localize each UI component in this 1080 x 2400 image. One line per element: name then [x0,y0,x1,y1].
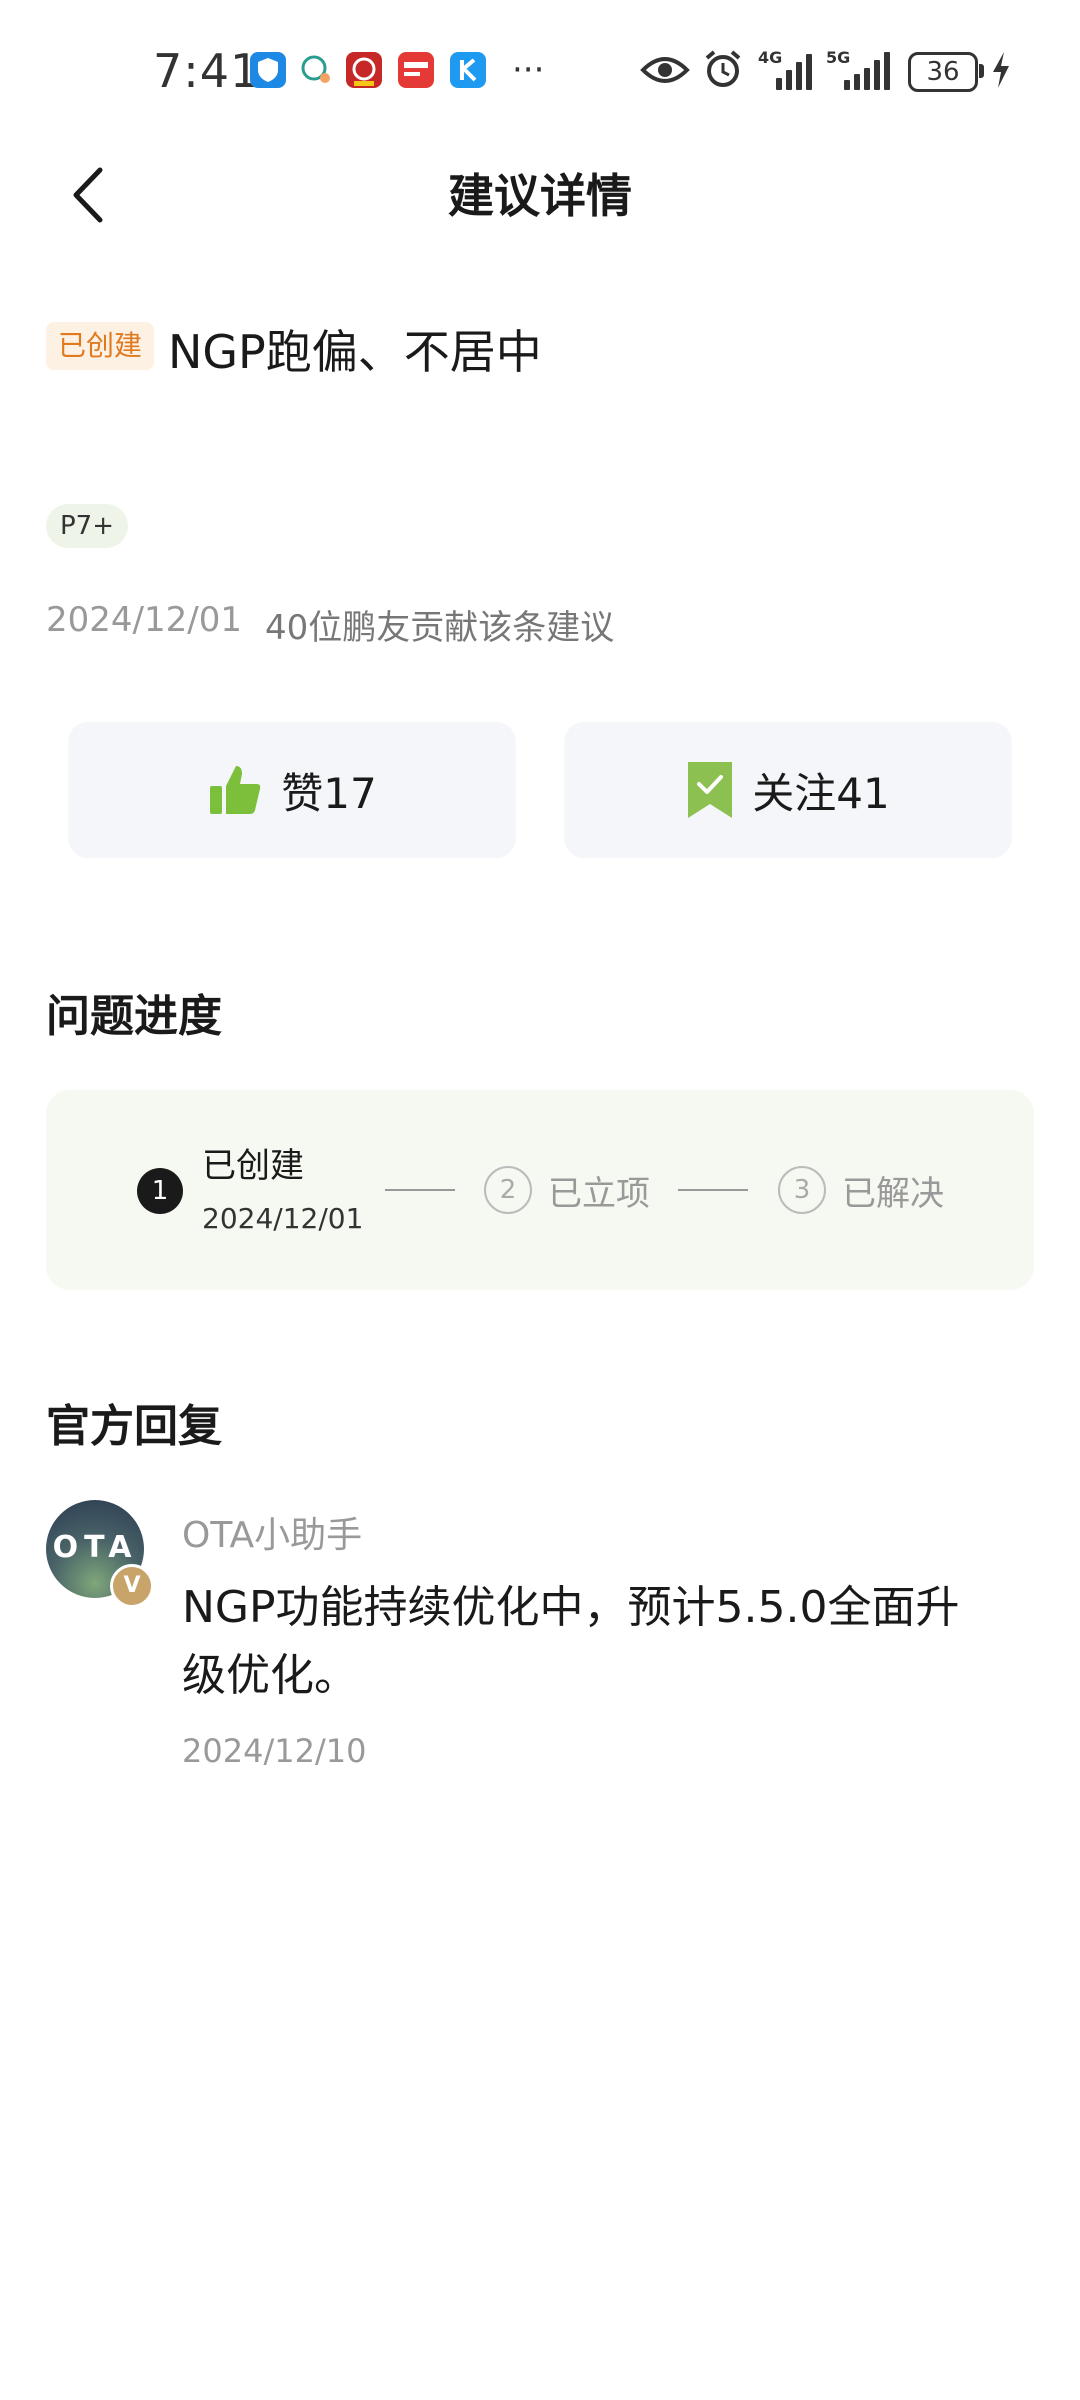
alarm-icon [702,48,744,90]
official-reply-title: 官方回复 [46,1401,222,1452]
suggestion-title: NGP跑偏、不居中 [168,325,542,379]
step-2-label: 已立项 [548,1174,650,1214]
step-3-label: 已解决 [842,1174,944,1214]
status-badge: 已创建 [46,322,155,370]
follow-label: 关注41 [752,768,890,818]
shield-app-icon [250,52,286,88]
thumbs-up-icon [210,766,261,814]
reply-content: NGP功能持续优化中，预计5.5.0全面升级优化。 [182,1582,960,1701]
created-date: 2024/12/01 [46,600,242,640]
chat-app-icon [298,52,334,88]
reply-date: 2024/12/10 [182,1732,367,1770]
step-connector [385,1189,455,1191]
page-title: 建议详情 [448,169,632,223]
unionpay-app-icon [398,52,434,88]
status-time: 7:41 [153,44,261,98]
contributors-count: 40位鹏友贡献该条建议 [265,608,615,648]
more-notifications-icon: ··· [512,50,545,90]
step-2-dot: 2 [484,1166,532,1214]
bank-app-icon [346,52,382,88]
follow-button[interactable]: 关注41 [564,722,1012,858]
battery-tip [979,64,984,78]
step-3-dot: 3 [778,1166,826,1214]
signal-5g-icon: 5G [826,50,894,90]
like-label: 赞17 [281,768,377,818]
bookmark-icon [688,762,733,818]
progress-section-title: 问题进度 [46,991,222,1042]
step-1-dot: 1 [137,1168,183,1214]
verified-badge-icon: V [110,1564,154,1608]
battery-indicator: 36 [908,52,978,92]
avatar-text: OTA [52,1530,138,1565]
like-button[interactable]: 赞17 [68,722,516,858]
reply-author[interactable]: OTA小助手 [182,1506,362,1558]
signal-4g-icon: 4G [758,50,816,90]
model-tag[interactable]: P7+ [46,504,129,548]
eye-icon [640,52,690,88]
step-1-date: 2024/12/01 [202,1202,364,1235]
step-1-label: 已创建 [202,1146,304,1186]
charging-icon [990,50,1012,90]
k-app-icon [450,52,486,88]
step-connector [678,1189,748,1191]
